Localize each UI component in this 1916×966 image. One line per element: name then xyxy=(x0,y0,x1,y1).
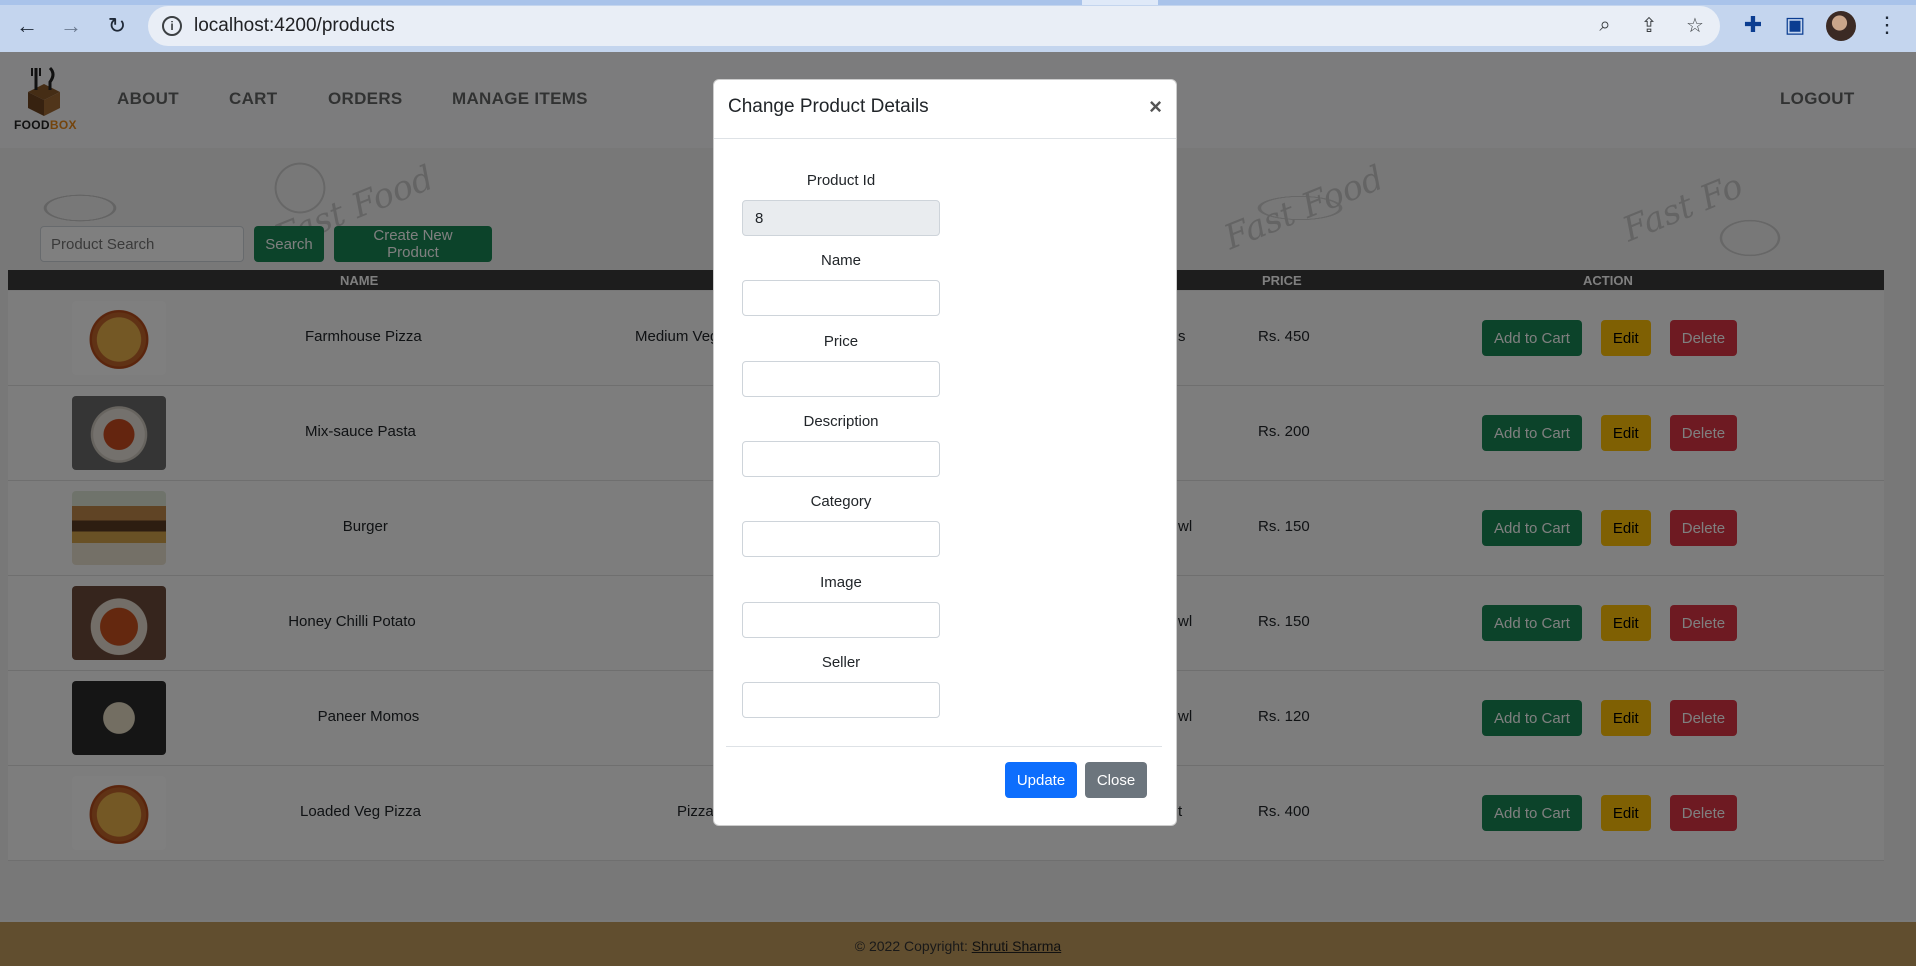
field-label: Category xyxy=(810,493,872,510)
name-input[interactable] xyxy=(742,280,940,316)
field-label: Name xyxy=(820,252,861,269)
field-label: Seller xyxy=(821,654,861,671)
field-name: Name xyxy=(742,252,940,316)
tab-strip xyxy=(0,0,1916,5)
price-input[interactable] xyxy=(742,361,940,397)
field-label: Product Id xyxy=(806,172,876,189)
field-description: Description xyxy=(742,413,940,477)
address-bar[interactable]: i localhost:4200/products xyxy=(148,6,1720,46)
field-label: Image xyxy=(820,574,862,591)
active-tab-indicator xyxy=(1082,0,1158,5)
update-button[interactable]: Update xyxy=(1005,762,1077,798)
close-icon[interactable]: × xyxy=(1149,94,1162,120)
seller-input[interactable] xyxy=(742,682,940,718)
product-id-input[interactable] xyxy=(742,200,940,236)
zoom-icon[interactable]: ⌕ xyxy=(1592,12,1618,38)
category-input[interactable] xyxy=(742,521,940,557)
change-product-modal: Change Product Details × Product Id Name… xyxy=(713,79,1177,826)
share-icon[interactable]: ⇪ xyxy=(1636,12,1662,38)
modal-footer: Update Close xyxy=(1005,762,1147,798)
close-button[interactable]: Close xyxy=(1085,762,1147,798)
field-category: Category xyxy=(742,493,940,557)
url-text[interactable]: localhost:4200/products xyxy=(194,15,395,37)
modal-footer-divider xyxy=(726,746,1162,747)
description-input[interactable] xyxy=(742,441,940,477)
field-price: Price xyxy=(742,333,940,397)
extensions-icon[interactable]: ✚ xyxy=(1740,12,1766,38)
modal-header: Change Product Details × xyxy=(714,80,1176,139)
image-input[interactable] xyxy=(742,602,940,638)
field-seller: Seller xyxy=(742,654,940,718)
modal-title: Change Product Details xyxy=(728,96,929,117)
field-product-id: Product Id xyxy=(742,172,940,236)
field-image: Image xyxy=(742,574,940,638)
menu-dots-icon[interactable]: ⋮ xyxy=(1874,12,1900,38)
info-icon[interactable]: i xyxy=(162,16,182,36)
star-icon[interactable]: ☆ xyxy=(1682,12,1708,38)
reload-icon[interactable]: ↻ xyxy=(102,11,132,41)
back-arrow-icon[interactable]: ← xyxy=(12,11,42,41)
field-label: Description xyxy=(803,413,879,430)
profile-avatar[interactable] xyxy=(1826,11,1856,41)
field-label: Price xyxy=(823,333,859,350)
sidepanel-icon[interactable]: ▣ xyxy=(1782,12,1808,38)
forward-arrow-icon[interactable]: → xyxy=(56,11,86,41)
browser-toolbar: ← → ↻ i localhost:4200/products ⌕ ⇪ ☆ ✚ … xyxy=(0,0,1916,52)
